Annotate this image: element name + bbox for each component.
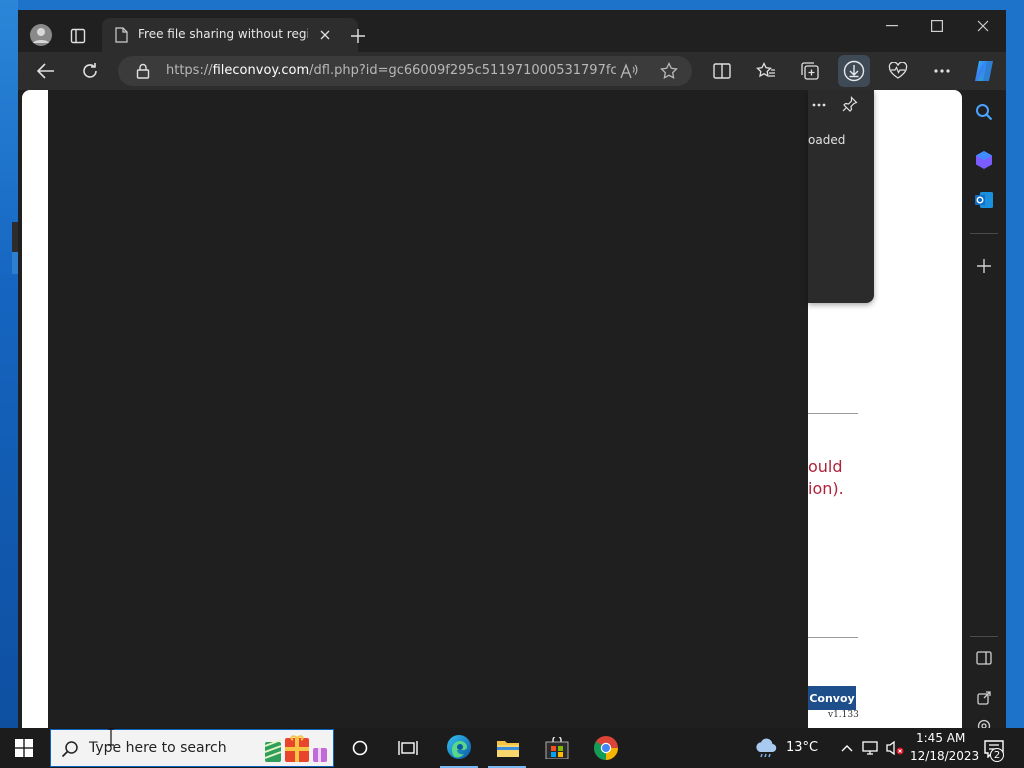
open-external-icon[interactable] (972, 686, 996, 710)
browser-toolbar: https://fileconvoy.com/dfl.php?id=gc6600… (18, 52, 1006, 90)
taskbar-search-icon (61, 740, 79, 758)
weather-icon[interactable] (752, 735, 780, 761)
browser-window: Free file sharing without registrat (18, 10, 1006, 728)
tab-actions-icon[interactable] (66, 26, 90, 46)
convoy-logo-badge[interactable]: Convoy (808, 686, 856, 710)
browser-essentials-icon[interactable] (886, 60, 910, 82)
edge-sidebar (962, 90, 1006, 728)
lock-icon[interactable] (136, 63, 150, 79)
network-icon[interactable] (860, 738, 880, 758)
clock-date[interactable]: 12/18/2023 (910, 749, 979, 763)
read-aloud-icon[interactable] (618, 60, 640, 82)
volume-muted-icon[interactable] (884, 738, 906, 758)
search-highlight-icon[interactable] (263, 734, 329, 764)
sidebar-shopping-icon[interactable] (972, 148, 996, 172)
sidebar-outlook-icon[interactable] (972, 188, 996, 212)
maximize-icon[interactable] (925, 16, 949, 36)
downloads-icon[interactable] (838, 55, 870, 87)
weather-temp[interactable]: 13°C (786, 740, 818, 755)
text-cursor-icon (106, 728, 116, 746)
page-content: oaded ould ion). Convoy v1.133 (22, 90, 962, 728)
edge-taskbar-icon[interactable] (444, 732, 474, 762)
tab-title: Free file sharing without registrat (138, 27, 308, 41)
sidebar-add-icon[interactable] (972, 254, 996, 278)
chrome-icon[interactable] (591, 734, 621, 762)
url-text: https://fileconvoy.com/dfl.php?id=gc6600… (166, 63, 616, 78)
profile-avatar-icon[interactable] (28, 22, 54, 48)
sidebar-separator-bottom (970, 636, 998, 637)
downloads-panel-header (808, 90, 874, 124)
warning-text-line2: ion). (808, 479, 844, 498)
tab-active[interactable]: Free file sharing without registrat (102, 18, 358, 52)
taskbar-search-box[interactable]: Type here to search (50, 729, 334, 767)
desktop-background (0, 0, 18, 728)
minimize-icon[interactable] (880, 16, 904, 36)
start-button[interactable] (8, 734, 40, 762)
downloads-more-options-icon[interactable] (810, 96, 828, 114)
hide-sidebar-icon[interactable] (972, 646, 996, 670)
version-label: v1.133 (828, 710, 859, 720)
collections-icon[interactable] (798, 60, 822, 82)
store-icon[interactable] (542, 734, 572, 762)
clock-time[interactable]: 1:45 AM (916, 731, 965, 745)
close-tab-icon[interactable] (316, 26, 334, 44)
taskbar: Type here to search 13°C 1:45 AM 12/18/2… (0, 728, 1024, 768)
divider-top (808, 413, 858, 414)
copilot-icon[interactable] (970, 58, 998, 84)
page-icon (114, 27, 128, 43)
tray-overflow-icon[interactable] (838, 738, 856, 758)
dark-overlay (48, 90, 808, 728)
tab-bar: Free file sharing without registrat (18, 10, 1006, 52)
divider-bottom (808, 637, 858, 638)
downloads-panel: oaded (808, 90, 874, 303)
refresh-icon[interactable] (78, 60, 102, 82)
task-view-icon[interactable] (395, 736, 421, 760)
downloads-panel-text: oaded (808, 133, 846, 147)
sidebar-separator (970, 233, 998, 234)
address-bar[interactable]: https://fileconvoy.com/dfl.php?id=gc6600… (118, 56, 692, 86)
close-window-icon[interactable] (971, 16, 995, 36)
favorites-icon[interactable] (754, 60, 778, 82)
notification-count-badge: 2 (990, 748, 1004, 762)
favorite-star-icon[interactable] (658, 60, 680, 82)
more-options-icon[interactable] (930, 60, 954, 82)
file-explorer-icon[interactable] (493, 734, 523, 762)
cortana-icon[interactable] (348, 736, 372, 760)
split-screen-icon[interactable] (710, 60, 734, 82)
sidebar-search-icon[interactable] (972, 100, 996, 124)
sidebar-settings-icon[interactable] (972, 718, 996, 728)
warning-text-line1: ould (808, 457, 843, 476)
new-tab-icon[interactable] (346, 26, 370, 46)
pin-icon[interactable] (840, 94, 860, 114)
back-icon[interactable] (34, 60, 58, 82)
